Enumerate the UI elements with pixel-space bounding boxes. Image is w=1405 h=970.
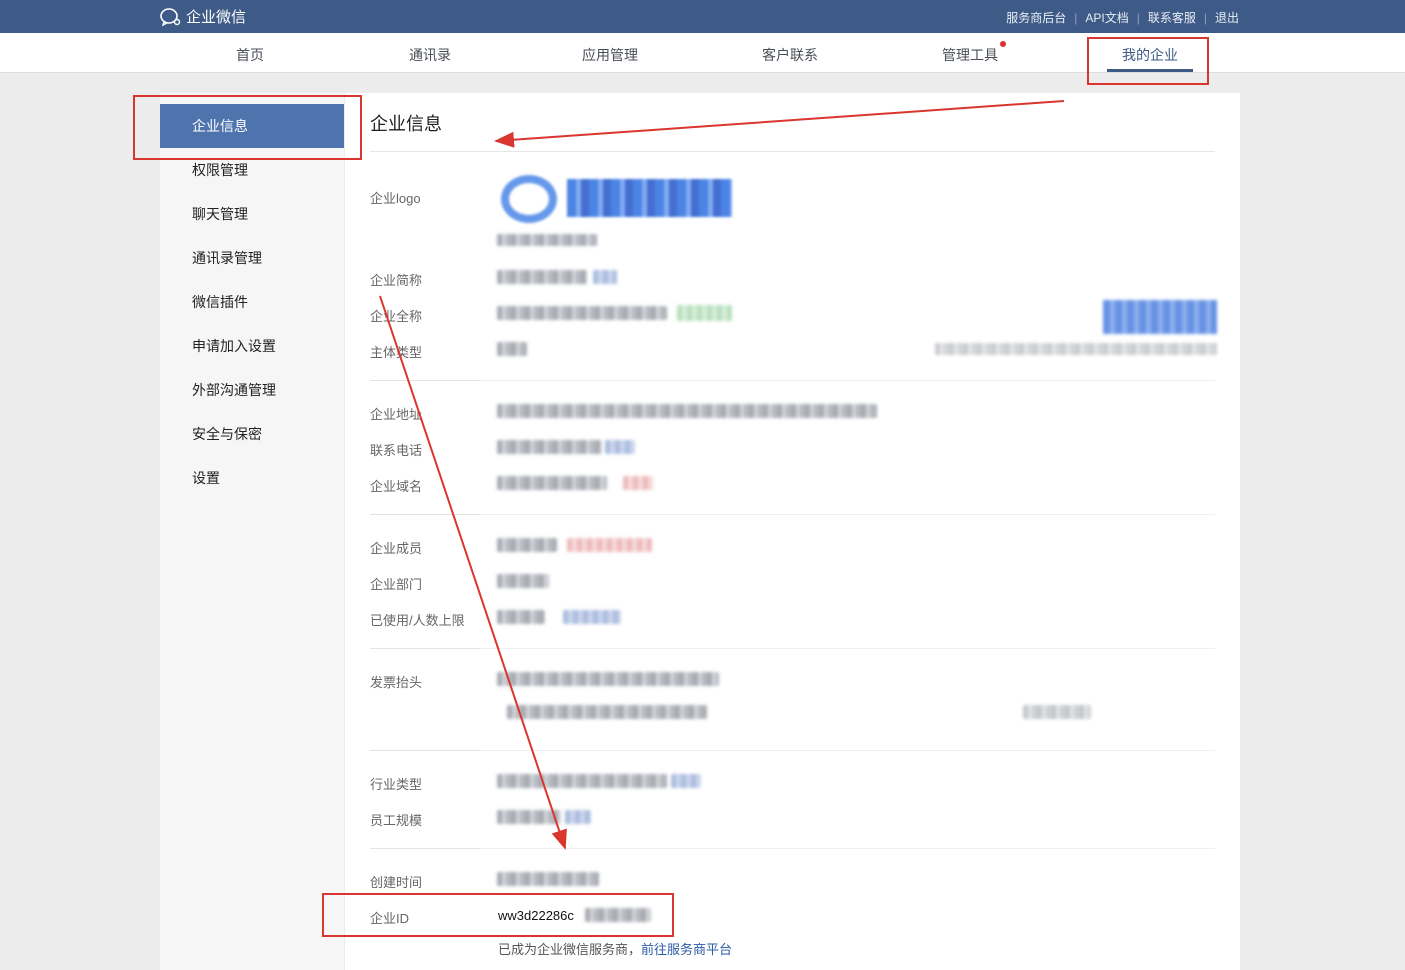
arrow-to-corp-id	[379, 295, 567, 850]
arrow-to-title	[494, 100, 1065, 148]
annotation-arrows	[379, 100, 1065, 850]
